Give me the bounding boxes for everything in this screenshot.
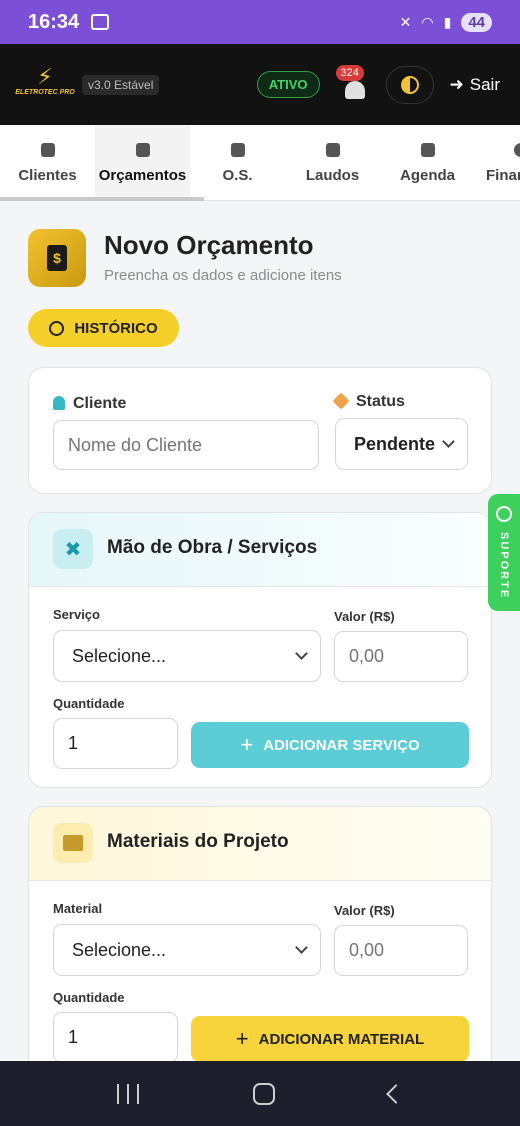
client-label: Cliente: [73, 395, 127, 412]
tab-label: Agenda: [399, 166, 455, 184]
plus-icon: +: [235, 1026, 249, 1051]
plus-icon: +: [240, 732, 254, 757]
support-tab[interactable]: SUPORTE: [488, 494, 520, 611]
lightning-bolt-icon: ⚡: [37, 63, 53, 89]
status-badge: ATIVO: [256, 71, 320, 98]
system-status-bar: 16:34 ✕ ◠ ▮ 44: [0, 0, 520, 44]
screenshot-icon: [91, 14, 110, 30]
tools-icon: ✖: [64, 538, 82, 561]
materials-card-header: Materiais do Projeto: [29, 807, 491, 881]
service-quantity-input[interactable]: 1: [53, 718, 178, 769]
users-icon: [40, 142, 55, 157]
invoice-icon: $: [47, 245, 67, 271]
add-service-label: ADICIONAR SERVIÇO: [263, 736, 420, 754]
tab-label: Clientes: [18, 166, 77, 184]
service-qty-label: Quantidade: [53, 696, 125, 711]
theme-toggle-button[interactable]: [385, 65, 434, 104]
battery-indicator: 44: [461, 12, 492, 32]
client-card: Cliente Status Pendente: [28, 367, 492, 494]
service-price-input[interactable]: [334, 631, 468, 682]
signal-icon: ▮: [443, 13, 452, 30]
history-label: HISTÓRICO: [74, 319, 158, 337]
status-label-row: Status: [332, 392, 405, 411]
tab-clientes[interactable]: Clientes: [0, 125, 95, 201]
wifi-icon: ◠: [421, 13, 434, 30]
service-value: Selecione...: [72, 645, 167, 666]
tab-agenda[interactable]: Agenda: [380, 125, 475, 201]
tab-label: O.S.: [222, 166, 253, 184]
mute-icon: ✕: [399, 13, 412, 30]
report-icon: [325, 142, 340, 157]
clock-time: 16:34: [28, 10, 80, 33]
brand-name: ELETROTEC PRO: [15, 88, 75, 96]
version-badge: v3.0 Estável: [82, 74, 160, 95]
app-header: ⚡ ELETROTEC PRO v3.0 Estável ATIVO 324 ➜…: [0, 44, 520, 125]
page-title: Novo Orçamento: [104, 230, 314, 260]
invoice-icon: [135, 142, 150, 157]
materials-title: Materiais do Projeto: [107, 831, 289, 852]
page-subtitle: Preencha os dados e adicione itens: [104, 267, 342, 284]
tab-orcamentos[interactable]: Orçamentos: [95, 125, 190, 201]
box-badge: [53, 823, 93, 863]
person-icon: [53, 396, 65, 410]
materials-card: Materiais do Projeto Material Selecione.…: [28, 806, 492, 1076]
app-logo: ⚡ ELETROTEC PRO: [15, 63, 75, 105]
services-card: ✖ Mão de Obra / Serviços Serviço Selecio…: [28, 512, 492, 788]
history-button[interactable]: HISTÓRICO: [28, 309, 179, 347]
service-label: Serviço: [53, 607, 100, 622]
material-price-input[interactable]: [334, 925, 468, 976]
material-select[interactable]: Selecione...: [53, 924, 321, 976]
tab-label: Orçamentos: [98, 166, 187, 184]
logout-button[interactable]: ➜ Sair: [450, 75, 500, 95]
service-value-label: Valor (R$): [334, 609, 395, 624]
tab-label: Laudos: [305, 166, 360, 184]
tools-badge: ✖: [53, 529, 93, 569]
tab-label: Finar: [486, 166, 520, 184]
finance-icon: [514, 142, 520, 157]
material-quantity-input[interactable]: 1: [53, 1012, 178, 1063]
services-card-header: ✖ Mão de Obra / Serviços: [29, 513, 491, 587]
add-service-button[interactable]: + ADICIONAR SERVIÇO: [191, 722, 469, 768]
status-select[interactable]: Pendente: [335, 418, 468, 470]
clipboard-icon: [230, 142, 245, 157]
bell-icon: [344, 80, 365, 99]
contrast-icon: [400, 75, 419, 94]
recent-apps-icon[interactable]: [117, 1083, 139, 1104]
back-icon[interactable]: [386, 1083, 406, 1104]
invoice-badge: $: [28, 229, 86, 287]
chevron-down-icon: [442, 435, 455, 448]
home-icon[interactable]: [253, 1082, 275, 1105]
client-name-input[interactable]: [53, 420, 319, 470]
material-value-label: Valor (R$): [334, 903, 395, 918]
tab-os[interactable]: O.S.: [190, 125, 285, 201]
logout-label: Sair: [469, 74, 500, 94]
notifications-button[interactable]: 324: [335, 64, 372, 105]
status-label: Status: [356, 393, 405, 410]
add-material-label: ADICIONAR MATERIAL: [258, 1030, 425, 1048]
system-navigation-bar: [0, 1061, 520, 1126]
history-icon: [49, 320, 65, 336]
tag-icon: [332, 392, 350, 410]
tabs-scrollbar[interactable]: [0, 197, 204, 201]
logout-icon: ➜: [449, 74, 464, 94]
status-indicators: ✕ ◠ ▮ 44: [399, 12, 492, 32]
whatsapp-icon: [496, 506, 512, 522]
notification-count: 324: [335, 64, 364, 81]
calendar-icon: [420, 142, 435, 157]
tab-financeiro[interactable]: Finar: [475, 125, 520, 201]
chevron-down-icon: [295, 941, 308, 954]
client-label-row: Cliente: [53, 395, 126, 413]
support-label: SUPORTE: [498, 532, 510, 600]
status-value: Pendente: [354, 433, 436, 454]
add-material-button[interactable]: + ADICIONAR MATERIAL: [191, 1016, 469, 1062]
material-label: Material: [53, 901, 103, 916]
box-icon: [63, 835, 83, 851]
main-tabs: Clientes Orçamentos O.S. Laudos Agenda F…: [0, 125, 520, 201]
tab-laudos[interactable]: Laudos: [285, 125, 380, 201]
services-title: Mão de Obra / Serviços: [107, 537, 318, 558]
chevron-down-icon: [295, 647, 308, 660]
material-value: Selecione...: [72, 939, 167, 960]
service-select[interactable]: Selecione...: [53, 630, 321, 682]
material-qty-label: Quantidade: [53, 990, 125, 1005]
